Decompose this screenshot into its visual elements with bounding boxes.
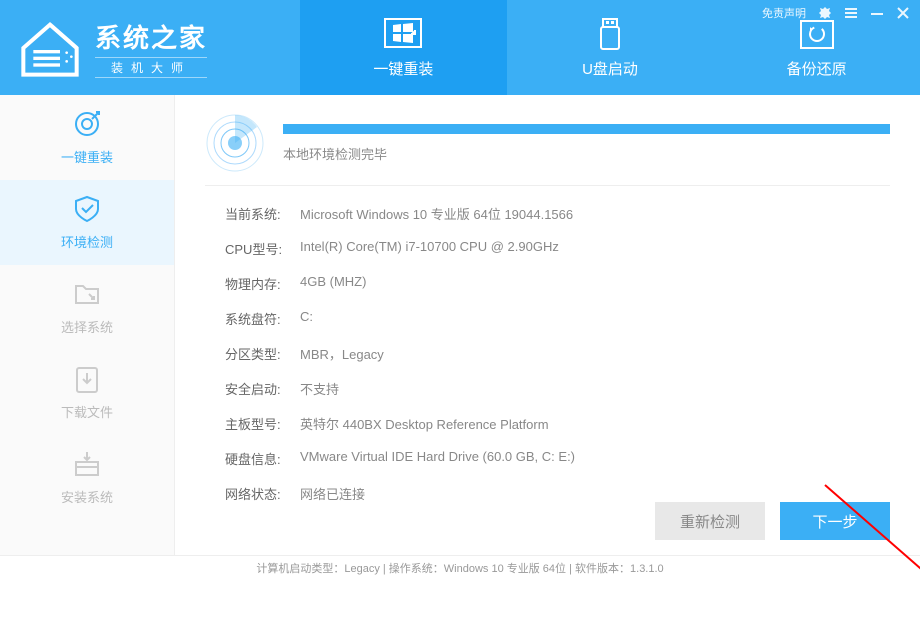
sidebar-item-detection[interactable]: 环境检测: [0, 180, 174, 265]
info-row-hdd: 硬盘信息: VMware Virtual IDE Hard Drive (60.…: [225, 449, 890, 468]
info-value: MBR，Legacy: [300, 344, 384, 363]
sidebar-item-download[interactable]: 下载文件: [0, 350, 174, 435]
close-icon[interactable]: [896, 6, 910, 20]
menu-icon[interactable]: [844, 6, 858, 20]
header-bar: 系统之家 装机大师 一键重装 U盘启动: [0, 0, 920, 95]
info-label: CPU型号:: [225, 239, 300, 258]
info-label: 硬盘信息:: [225, 449, 300, 468]
main-panel: 本地环境检测完毕 当前系统: Microsoft Windows 10 专业版 …: [175, 95, 920, 555]
window-controls: 免责声明: [762, 5, 910, 21]
sidebar-item-label: 环境检测: [61, 232, 113, 251]
disclaimer-link[interactable]: 免责声明: [762, 5, 806, 21]
usb-icon: [590, 17, 630, 52]
info-value: 4GB (MHZ): [300, 274, 366, 293]
info-row-motherboard: 主板型号: 英特尔 440BX Desktop Reference Platfo…: [225, 414, 890, 433]
tab-label: U盘启动: [582, 58, 638, 79]
info-value: Intel(R) Core(TM) i7-10700 CPU @ 2.90GHz: [300, 239, 559, 258]
info-row-memory: 物理内存: 4GB (MHZ): [225, 274, 890, 293]
info-row-secureboot: 安全启动: 不支持: [225, 379, 890, 398]
sidebar-item-label: 选择系统: [61, 317, 113, 336]
info-row-os: 当前系统: Microsoft Windows 10 专业版 64位 19044…: [225, 204, 890, 223]
sidebar-item-install[interactable]: 安装系统: [0, 435, 174, 520]
shield-check-icon: [72, 194, 102, 224]
tab-select-icon: [72, 279, 102, 309]
sidebar-item-label: 安装系统: [61, 487, 113, 506]
progress-bar: [283, 124, 890, 134]
body: 一键重装 环境检测 选择系统 下载文件 安装系统: [0, 95, 920, 555]
next-button[interactable]: 下一步: [780, 502, 890, 540]
info-label: 物理内存:: [225, 274, 300, 293]
info-label: 网络状态:: [225, 484, 300, 503]
download-icon: [72, 364, 102, 394]
sidebar-item-reinstall[interactable]: 一键重装: [0, 95, 174, 180]
target-icon: [72, 109, 102, 139]
system-info-list: 当前系统: Microsoft Windows 10 专业版 64位 19044…: [205, 204, 890, 503]
sidebar-item-select-system[interactable]: 选择系统: [0, 265, 174, 350]
recheck-button[interactable]: 重新检测: [655, 502, 765, 540]
logo-area: 系统之家 装机大师: [0, 0, 300, 95]
radar-icon: [205, 113, 265, 173]
action-buttons: 重新检测 下一步: [655, 502, 890, 540]
info-label: 系统盘符:: [225, 309, 300, 328]
info-label: 分区类型:: [225, 344, 300, 363]
info-row-partition: 分区类型: MBR，Legacy: [225, 344, 890, 363]
sidebar-item-label: 一键重装: [61, 147, 113, 166]
restore-icon: [797, 17, 837, 52]
house-logo-icon: [15, 18, 85, 78]
info-value: Microsoft Windows 10 专业版 64位 19044.1566: [300, 204, 573, 223]
info-value: C:: [300, 309, 313, 328]
detection-status: 本地环境检测完毕: [283, 144, 890, 163]
tab-label: 备份还原: [787, 58, 847, 79]
install-icon: [72, 449, 102, 479]
minimize-icon[interactable]: [870, 6, 884, 20]
info-row-disk: 系统盘符: C:: [225, 309, 890, 328]
tab-usb-boot[interactable]: U盘启动: [507, 0, 714, 95]
info-value: VMware Virtual IDE Hard Drive (60.0 GB, …: [300, 449, 575, 468]
info-label: 安全启动:: [225, 379, 300, 398]
sidebar: 一键重装 环境检测 选择系统 下载文件 安装系统: [0, 95, 175, 555]
info-value: 不支持: [300, 379, 339, 398]
info-label: 主板型号:: [225, 414, 300, 433]
brand-title: 系统之家: [95, 18, 207, 55]
sidebar-item-label: 下载文件: [61, 402, 113, 421]
tab-label: 一键重装: [373, 58, 433, 79]
footer-status: 计算机启动类型：Legacy | 操作系统：Windows 10 专业版 64位…: [0, 555, 920, 580]
detection-header: 本地环境检测完毕: [205, 113, 890, 186]
tab-reinstall[interactable]: 一键重装: [300, 0, 507, 95]
windows-icon: [383, 17, 423, 52]
info-row-cpu: CPU型号: Intel(R) Core(TM) i7-10700 CPU @ …: [225, 239, 890, 258]
brand-subtitle: 装机大师: [95, 57, 207, 78]
info-value: 网络已连接: [300, 484, 365, 503]
info-row-network: 网络状态: 网络已连接: [225, 484, 890, 503]
info-value: 英特尔 440BX Desktop Reference Platform: [300, 414, 549, 433]
settings-icon[interactable]: [818, 6, 832, 20]
info-label: 当前系统:: [225, 204, 300, 223]
